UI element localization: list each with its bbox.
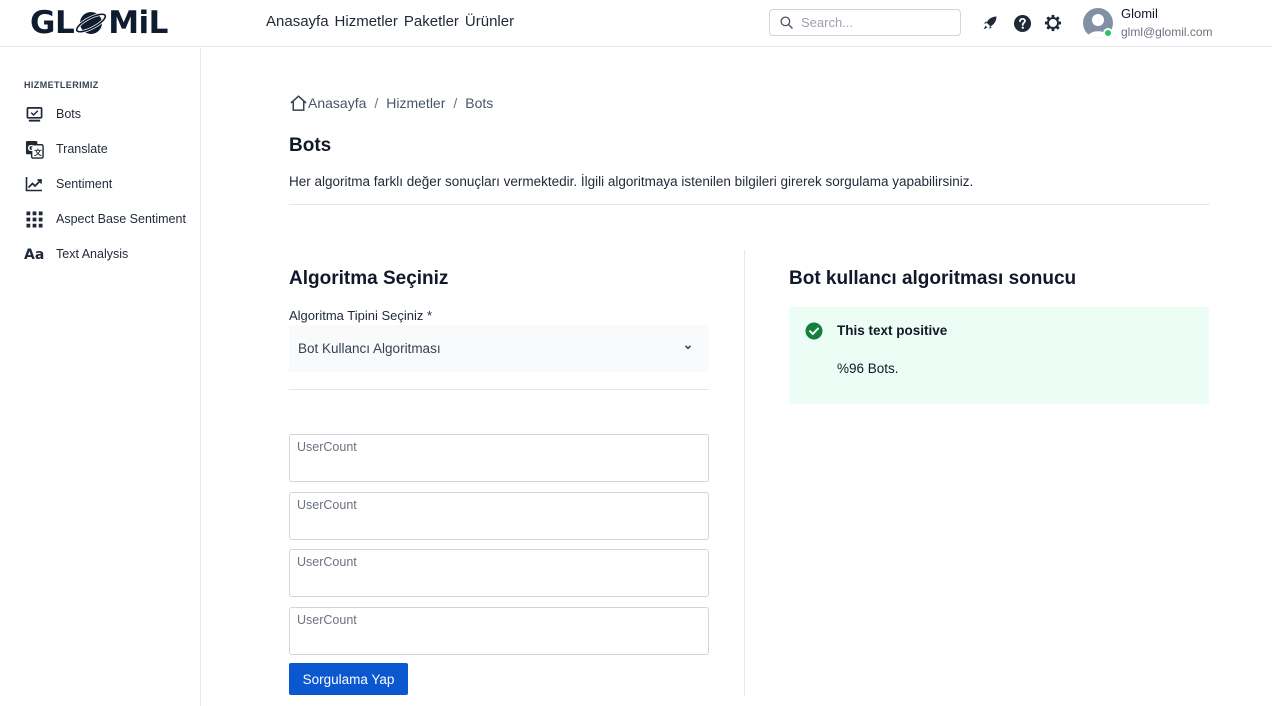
sidebar: HIZMETLERIMIZ Bots G 文 Translate Sentime… [0,48,201,706]
monitor-icon [24,104,44,124]
logo-text-part-1: GL [30,5,75,41]
sidebar-item-label: Sentiment [56,177,113,191]
nav-paketler[interactable]: Paketler [404,13,459,30]
top-header: GL MiL Anasayfa Hizmetler Paketler Ürünl… [0,0,1272,47]
sidebar-item-sentiment[interactable]: Sentiment [24,173,112,195]
usercount-field-2[interactable] [289,492,709,540]
result-status: This text positive [837,323,948,338]
logo-text-part-2: MiL [108,5,168,41]
user-email: glml@glomil.com [1121,25,1213,39]
top-nav: Anasayfa Hizmetler Paketler Ürünler [266,13,514,30]
planet-logo-icon [75,12,108,34]
svg-text:文: 文 [34,147,42,157]
help-icon[interactable] [1011,12,1033,34]
form-divider [289,389,709,390]
translate-icon: G 文 [24,139,44,159]
svg-text:Aa: Aa [24,247,44,262]
algorithm-select[interactable]: Bot Kullancı Algoritması [289,325,709,372]
usercount-input[interactable] [290,435,708,481]
grid-dots-icon [24,209,44,229]
result-alert: This text positive %96 Bots. [789,307,1209,404]
vertical-divider [744,250,745,696]
sidebar-item-label: Aspect Base Sentiment [56,212,186,226]
chevron-down-icon [684,345,692,350]
sidebar-item-bots[interactable]: Bots [24,103,81,125]
algorithm-select-value: Bot Kullancı Algoritması [298,341,441,356]
sidebar-item-text-analysis[interactable]: Aa Text Analysis [24,243,128,265]
usercount-field-4[interactable] [289,607,709,655]
form-title: Algoritma Seçiniz [289,268,449,289]
usercount-field-3[interactable] [289,549,709,597]
search-box[interactable] [769,9,961,36]
usercount-input[interactable] [290,608,708,654]
breadcrumb-bots: Bots [465,95,494,111]
logo[interactable]: GL MiL [30,5,168,41]
nav-anasayfa[interactable]: Anasayfa [266,13,329,30]
sidebar-item-translate[interactable]: G 文 Translate [24,138,108,160]
nav-hizmetler[interactable]: Hizmetler [335,13,398,30]
usercount-field-1[interactable] [289,434,709,482]
breadcrumb-hizmetler[interactable]: Hizmetler [386,95,445,111]
usercount-input[interactable] [290,550,708,596]
sidebar-heading: HIZMETLERIMIZ [24,80,99,90]
sidebar-item-label: Bots [56,107,82,121]
check-circle-icon [805,322,823,340]
user-name: Glomil [1121,6,1158,21]
nav-urunler[interactable]: Ürünler [465,13,514,30]
query-submit-button[interactable]: Sorgulama Yap [289,663,408,695]
breadcrumb-separator: / [374,95,379,111]
rocket-icon[interactable] [979,12,1001,34]
result-title: Bot kullancı algoritması sonucu [789,268,1077,289]
online-status-dot [1103,28,1113,38]
sidebar-item-label: Text Analysis [56,247,129,261]
text-aa-icon: Aa [24,244,44,264]
breadcrumb: Anasayfa / Hizmetler / Bots [289,94,493,112]
page-title: Bots [289,135,332,156]
algorithm-select-label: Algoritma Tipini Seçiniz * [289,308,433,323]
settings-gear-icon[interactable] [1042,12,1064,34]
sidebar-item-aspect-base-sentiment[interactable]: Aspect Base Sentiment [24,208,186,230]
page-description: Her algoritma farklı değer sonuçları ver… [289,174,974,189]
trend-chart-icon [24,174,44,194]
usercount-input[interactable] [290,493,708,539]
breadcrumb-anasayfa[interactable]: Anasayfa [308,95,366,111]
search-input[interactable] [801,15,951,30]
breadcrumb-separator: / [453,95,458,111]
divider [289,204,1210,205]
sidebar-item-label: Translate [56,142,108,156]
home-icon[interactable] [289,94,308,112]
search-icon [780,16,793,29]
result-text: %96 Bots. [837,361,899,376]
